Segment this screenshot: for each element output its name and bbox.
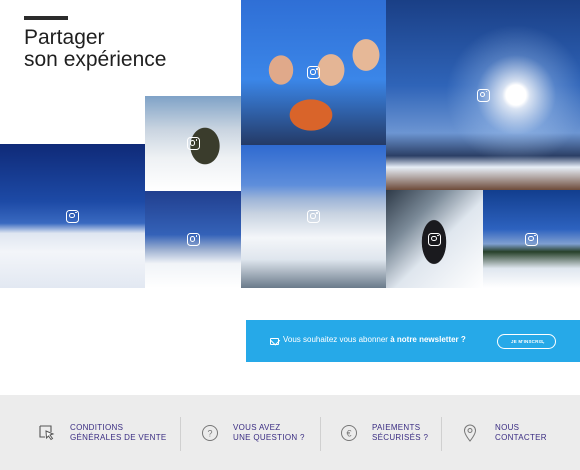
section-title-line1: Partager (24, 26, 105, 49)
instagram-icon (476, 88, 490, 102)
title-accent-bar (24, 16, 68, 20)
instagram-icon (66, 209, 79, 223)
footer-divider (320, 417, 321, 451)
footer-item-contact[interactable]: NOUS CONTACTER (463, 395, 547, 470)
gallery-tile-sun-over-chalet[interactable] (386, 0, 580, 190)
arrow-right-icon: → (538, 338, 546, 346)
euro-circle-icon: € (341, 424, 357, 441)
gallery-tile-snow-ridge[interactable] (145, 191, 241, 288)
footer-item-cgv[interactable]: CONDITIONS GÉNÉRALES DE VENTE (38, 395, 167, 470)
instagram-icon (428, 232, 441, 246)
envelope-icon (270, 338, 279, 345)
section-title-line2: son expérience (24, 48, 167, 71)
instagram-icon (525, 232, 538, 246)
footer-item-contact-line2: CONTACTER (495, 432, 547, 442)
section-title: Partager son expérience (24, 27, 166, 71)
gallery-tile-pine-trees[interactable] (483, 190, 580, 288)
gallery-tile-skier-close-up[interactable] (386, 190, 483, 288)
newsletter-text: Vous souhaitez vous abonner à notre news… (283, 335, 466, 344)
footer-item-contact-label: NOUS CONTACTER (495, 423, 547, 443)
footer-item-cgv-line2: GÉNÉRALES DE VENTE (70, 432, 167, 442)
newsletter-subscribe-button[interactable]: JE M'INSCRIS → (497, 334, 556, 349)
footer-item-payments[interactable]: € PAIEMENTS SÉCURISÉS ? (340, 395, 428, 470)
footer-item-question-label: VOUS AVEZ UNE QUESTION ? (233, 423, 305, 443)
location-pin-icon (463, 424, 477, 442)
gallery-tile-skier-on-lift[interactable] (145, 96, 241, 191)
instagram-icon (307, 210, 320, 223)
footer-divider (180, 417, 181, 451)
footer-item-cgv-label: CONDITIONS GÉNÉRALES DE VENTE (70, 423, 167, 443)
footer-item-payments-line1: PAIEMENTS (372, 422, 421, 432)
gallery-tile-mountain-valley[interactable] (241, 145, 386, 288)
gallery-tile-selfie-skiers[interactable] (241, 0, 386, 145)
footer-divider (441, 417, 442, 451)
footer-item-question-line1: VOUS AVEZ (233, 422, 281, 432)
newsletter-text-bold: à notre newsletter ? (390, 335, 466, 344)
footer-item-payments-line2: SÉCURISÉS ? (372, 432, 429, 442)
footer-bar: CONDITIONS GÉNÉRALES DE VENTE ? VOUS AVE… (0, 395, 580, 470)
cursor-click-icon (39, 424, 55, 440)
instagram-icon (307, 66, 320, 79)
gallery-tile-snowy-slope[interactable] (0, 144, 145, 288)
page: Partager son expérience Vous souhaitez v… (0, 0, 580, 470)
footer-item-question-line2: UNE QUESTION ? (233, 432, 305, 442)
svg-text:€: € (346, 428, 351, 438)
question-circle-icon: ? (202, 424, 218, 441)
newsletter-banner: Vous souhaitez vous abonner à notre news… (246, 320, 580, 362)
footer-item-question[interactable]: ? VOUS AVEZ UNE QUESTION ? (201, 395, 305, 470)
footer-item-payments-label: PAIEMENTS SÉCURISÉS ? (372, 423, 428, 443)
footer-item-contact-line1: NOUS (495, 422, 520, 432)
instagram-icon (186, 137, 200, 150)
newsletter-text-prefix: Vous souhaitez vous abonner (283, 335, 388, 344)
instagram-icon (186, 233, 200, 246)
svg-text:?: ? (207, 428, 212, 438)
footer-item-cgv-line1: CONDITIONS (70, 422, 124, 432)
